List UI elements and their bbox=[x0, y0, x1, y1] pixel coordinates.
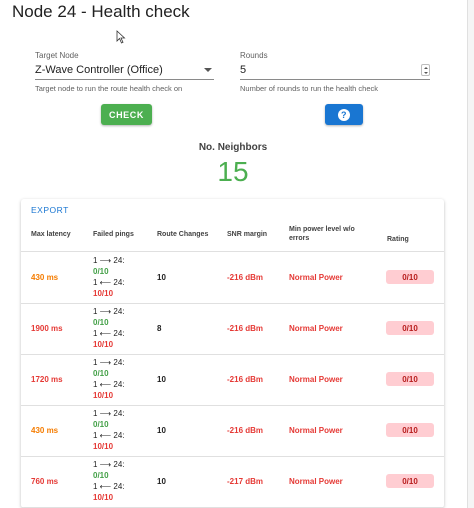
route-changes-cell: 10 bbox=[157, 273, 166, 282]
neighbors-label: No. Neighbors bbox=[198, 142, 268, 153]
number-stepper-icon[interactable] bbox=[421, 64, 430, 76]
header-min-power-line1: Min power level w/o bbox=[289, 226, 355, 233]
results-table-card: EXPORT Max latency Failed pings Route Ch… bbox=[21, 199, 444, 508]
ping-inbound-value: 10/10 bbox=[93, 442, 114, 451]
header-rating: Rating bbox=[387, 236, 409, 243]
target-node-select[interactable]: Z-Wave Controller (Office) bbox=[35, 63, 214, 77]
failed-pings-cell: 1 ⟶ 24: 0/10 1 ⟵ 24: 10/10 bbox=[93, 408, 124, 452]
target-node-hint: Target node to run the route health chec… bbox=[35, 84, 183, 93]
header-min-power: Min power level w/o errors bbox=[289, 225, 355, 243]
rating-badge: 0/10 bbox=[386, 270, 434, 284]
ping-outbound-value: 0/10 bbox=[93, 267, 109, 276]
header-snr-margin: SNR margin bbox=[227, 231, 268, 238]
chevron-down-icon[interactable] bbox=[204, 68, 212, 72]
snr-margin-cell: -216 dBm bbox=[227, 375, 264, 384]
ping-outbound-value: 0/10 bbox=[93, 369, 109, 378]
failed-pings-cell: 1 ⟶ 24: 0/10 1 ⟵ 24: 10/10 bbox=[93, 459, 124, 503]
failed-pings-cell: 1 ⟶ 24: 0/10 1 ⟵ 24: 10/10 bbox=[93, 357, 124, 401]
min-power-cell: Normal Power bbox=[289, 324, 343, 333]
ping-outbound-label: 1 ⟶ 24: bbox=[93, 256, 125, 265]
ping-inbound-value: 10/10 bbox=[93, 340, 114, 349]
ping-outbound-value: 0/10 bbox=[93, 318, 109, 327]
ping-inbound-value: 10/10 bbox=[93, 289, 114, 298]
route-changes-cell: 10 bbox=[157, 477, 166, 486]
ping-inbound-label: 1 ⟵ 24: bbox=[93, 482, 125, 491]
snr-margin-cell: -216 dBm bbox=[227, 426, 264, 435]
rating-badge: 0/10 bbox=[386, 372, 434, 386]
snr-margin-cell: -216 dBm bbox=[227, 273, 264, 282]
max-latency-cell: 1720 ms bbox=[31, 375, 63, 384]
ping-outbound-label: 1 ⟶ 24: bbox=[93, 307, 125, 316]
rating-badge: 0/10 bbox=[386, 474, 434, 488]
table-row: 1900 ms 1 ⟶ 24: 0/10 1 ⟵ 24: 10/10 8 -21… bbox=[21, 304, 444, 355]
rating-badge: 0/10 bbox=[386, 423, 434, 437]
table-row: 430 ms 1 ⟶ 24: 0/10 1 ⟵ 24: 10/10 10 -21… bbox=[21, 406, 444, 457]
ping-outbound-label: 1 ⟶ 24: bbox=[93, 409, 125, 418]
max-latency-cell: 760 ms bbox=[31, 477, 59, 486]
ping-inbound-value: 10/10 bbox=[93, 493, 114, 502]
ping-outbound-label: 1 ⟶ 24: bbox=[93, 460, 125, 469]
ping-inbound-label: 1 ⟵ 24: bbox=[93, 431, 125, 440]
table-row: 1720 ms 1 ⟶ 24: 0/10 1 ⟵ 24: 10/10 10 -2… bbox=[21, 355, 444, 406]
rounds-value: 5 bbox=[240, 64, 247, 76]
export-button[interactable]: EXPORT bbox=[31, 205, 69, 215]
header-failed-pings: Failed pings bbox=[93, 231, 134, 238]
table-row: 430 ms 1 ⟶ 24: 0/10 1 ⟵ 24: 10/10 10 -21… bbox=[21, 253, 444, 304]
rounds-field[interactable]: Rounds 5 Number of rounds to run the hea… bbox=[240, 51, 430, 93]
target-node-field[interactable]: Target Node Z-Wave Controller (Office) T… bbox=[35, 51, 214, 93]
route-changes-cell: 10 bbox=[157, 375, 166, 384]
target-node-label: Target Node bbox=[35, 51, 79, 60]
stepper-down-icon[interactable] bbox=[423, 71, 428, 74]
help-circle-icon: ? bbox=[338, 108, 350, 121]
header-max-latency: Max latency bbox=[31, 231, 71, 238]
check-button[interactable]: CHECK bbox=[101, 104, 152, 125]
stepper-up-icon[interactable] bbox=[423, 66, 428, 69]
failed-pings-cell: 1 ⟶ 24: 0/10 1 ⟵ 24: 10/10 bbox=[93, 306, 124, 350]
min-power-cell: Normal Power bbox=[289, 477, 343, 486]
min-power-cell: Normal Power bbox=[289, 375, 343, 384]
route-changes-cell: 8 bbox=[157, 324, 162, 333]
snr-margin-cell: -217 dBm bbox=[227, 477, 264, 486]
ping-outbound-value: 0/10 bbox=[93, 420, 109, 429]
ping-inbound-value: 10/10 bbox=[93, 391, 114, 400]
max-latency-cell: 430 ms bbox=[31, 273, 59, 282]
min-power-cell: Normal Power bbox=[289, 426, 343, 435]
ping-outbound-label: 1 ⟶ 24: bbox=[93, 358, 125, 367]
header-route-changes: Route Changes bbox=[157, 231, 209, 238]
max-latency-cell: 1900 ms bbox=[31, 324, 63, 333]
target-node-value: Z-Wave Controller (Office) bbox=[35, 64, 163, 76]
ping-outbound-value: 0/10 bbox=[93, 471, 109, 480]
ping-inbound-label: 1 ⟵ 24: bbox=[93, 380, 125, 389]
rounds-underline bbox=[240, 79, 430, 80]
min-power-cell: Normal Power bbox=[289, 273, 343, 282]
vertical-scrollbar[interactable] bbox=[467, 0, 474, 508]
rounds-label: Rounds bbox=[240, 51, 268, 60]
header-min-power-line2: errors bbox=[289, 235, 310, 242]
rating-badge: 0/10 bbox=[386, 321, 434, 335]
table-row: 760 ms 1 ⟶ 24: 0/10 1 ⟵ 24: 10/10 10 -21… bbox=[21, 457, 444, 508]
neighbors-count: 15 bbox=[217, 156, 249, 187]
rounds-hint: Number of rounds to run the health check bbox=[240, 84, 378, 93]
ping-inbound-label: 1 ⟵ 24: bbox=[93, 329, 125, 338]
mouse-pointer-icon bbox=[116, 30, 126, 44]
dialog-title: Node 24 - Health check bbox=[12, 2, 190, 21]
target-node-underline bbox=[35, 79, 214, 80]
route-changes-cell: 10 bbox=[157, 426, 166, 435]
table-header: Max latency Failed pings Route Changes S… bbox=[21, 222, 444, 252]
failed-pings-cell: 1 ⟶ 24: 0/10 1 ⟵ 24: 10/10 bbox=[93, 255, 124, 299]
ping-inbound-label: 1 ⟵ 24: bbox=[93, 278, 125, 287]
help-button[interactable]: ? bbox=[325, 104, 363, 125]
snr-margin-cell: -216 dBm bbox=[227, 324, 264, 333]
rounds-input[interactable]: 5 bbox=[240, 63, 430, 77]
max-latency-cell: 430 ms bbox=[31, 426, 59, 435]
